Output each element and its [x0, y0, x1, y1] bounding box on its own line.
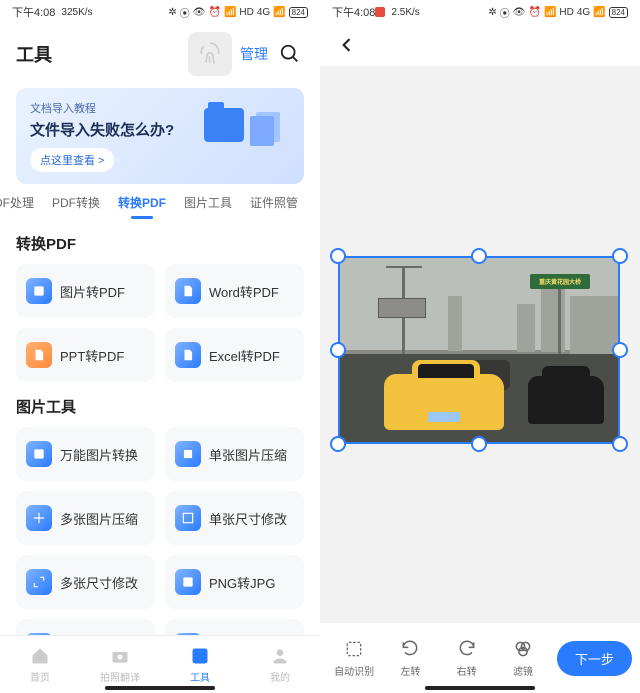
- tool-ppt-to-pdf[interactable]: PPT转PDF: [16, 328, 155, 382]
- status-bar-right: 下午4:08 2.5K/s ✲⦿👁⏰📶HD4G📶 824: [320, 0, 640, 24]
- search-icon[interactable]: [276, 40, 304, 68]
- status-icons: ✲⦿👁⏰📶HD4G📶 824: [488, 5, 628, 20]
- png-jpg-icon: [175, 569, 201, 595]
- category-tabs: DF处理 PDF转换 转换PDF 图片工具 证件照管: [0, 194, 320, 219]
- status-time: 下午4:08: [332, 4, 375, 20]
- crop-selection[interactable]: 重庆黄花园大桥: [338, 256, 620, 444]
- tool-multi-compress[interactable]: 多张图片压缩: [16, 491, 155, 545]
- bottom-nav: 首页 拍照翻译 工具 我的: [0, 635, 320, 693]
- nav-profile[interactable]: 我的: [240, 636, 320, 693]
- folder-icon: [204, 108, 244, 142]
- crop-canvas[interactable]: 重庆黄花园大桥: [320, 66, 640, 623]
- next-button[interactable]: 下一步: [557, 641, 632, 676]
- excel-pdf-icon: [175, 342, 201, 368]
- crop-handle-lc[interactable]: [330, 342, 346, 358]
- tools-icon: [189, 645, 211, 667]
- auto-detect-icon: [343, 638, 365, 660]
- manage-button[interactable]: 管理: [240, 44, 268, 64]
- recording-icon: [375, 7, 385, 17]
- rotate-right-icon: [456, 638, 478, 660]
- multi-compress-icon: [26, 505, 52, 531]
- top-bar: [320, 24, 640, 66]
- home-indicator: [105, 686, 215, 690]
- import-help-banner[interactable]: 文档导入教程 文件导入失败怎么办? 点这里查看 >: [16, 88, 304, 184]
- nav-home[interactable]: 首页: [0, 636, 80, 693]
- camera-icon: [109, 645, 131, 667]
- rotate-left-icon: [399, 638, 421, 660]
- status-bar: 下午4:08 325K/s ✲⦿👁⏰📶HD4G📶 824: [0, 0, 320, 24]
- tool-list[interactable]: 转换PDF 图片转PDF Word转PDF PPT转PDF Excel转PDF …: [0, 219, 320, 635]
- convert-icon: [26, 441, 52, 467]
- status-rate: 2.5K/s: [391, 7, 419, 18]
- section-title-convert-pdf: 转换PDF: [16, 233, 304, 254]
- photo-preview: 重庆黄花园大桥: [338, 256, 620, 444]
- tab-pdf-process[interactable]: DF处理: [0, 194, 34, 219]
- header: 工具 管理: [0, 24, 320, 84]
- tool-multi-resize[interactable]: 多张尺寸修改: [16, 555, 155, 609]
- tab-to-pdf[interactable]: 转换PDF: [118, 194, 166, 219]
- edit-toolbar: 自动识别 左转 右转 滤镜 下一步: [320, 623, 640, 693]
- battery-icon: 824: [289, 7, 308, 18]
- nav-tools[interactable]: 工具: [160, 636, 240, 693]
- tool-jpg-to-png[interactable]: JPG转PNG: [16, 619, 155, 635]
- crop-handle-tl[interactable]: [330, 248, 346, 264]
- road-sign: 重庆黄花园大桥: [530, 274, 590, 289]
- tab-id-photo[interactable]: 证件照管: [250, 194, 298, 219]
- profile-icon: [269, 645, 291, 667]
- tool-excel-to-pdf[interactable]: Excel转PDF: [165, 328, 304, 382]
- nav-camera[interactable]: 拍照翻译: [80, 636, 160, 693]
- status-rate: 325K/s: [61, 7, 92, 18]
- tool-filter[interactable]: 滤镜: [497, 638, 549, 678]
- crop-handle-tr[interactable]: [612, 248, 628, 264]
- back-button[interactable]: [336, 34, 358, 56]
- fingerprint-button[interactable]: [188, 32, 232, 76]
- banner-cta[interactable]: 点这里查看 >: [30, 148, 114, 172]
- crop-handle-tc[interactable]: [471, 248, 487, 264]
- page-title: 工具: [16, 41, 52, 67]
- tab-pdf-convert[interactable]: PDF转换: [52, 194, 100, 219]
- status-icons: ✲⦿👁⏰📶HD4G📶 824: [168, 5, 308, 20]
- image-pdf-icon: [26, 278, 52, 304]
- tool-universal-convert[interactable]: 万能图片转换: [16, 427, 155, 481]
- tool-png-to-jpg[interactable]: PNG转JPG: [165, 555, 304, 609]
- tool-rotate-right[interactable]: 右转: [441, 638, 493, 678]
- section-title-image-tools: 图片工具: [16, 396, 304, 417]
- ppt-pdf-icon: [26, 342, 52, 368]
- crop-handle-bc[interactable]: [471, 436, 487, 452]
- tool-auto-detect[interactable]: 自动识别: [328, 638, 380, 678]
- page-icon: [250, 116, 274, 146]
- battery-icon: 824: [609, 7, 628, 18]
- tool-single-compress[interactable]: 单张图片压缩: [165, 427, 304, 481]
- tool-rotate-left[interactable]: 左转: [384, 638, 436, 678]
- compress-icon: [175, 441, 201, 467]
- tool-raw-convert[interactable]: Raw转其他: [165, 619, 304, 635]
- word-pdf-icon: [175, 278, 201, 304]
- banner-subtitle: 文档导入教程: [30, 100, 290, 116]
- status-time: 下午4:08: [12, 4, 55, 20]
- resize-icon: [175, 505, 201, 531]
- multi-resize-icon: [26, 569, 52, 595]
- crop-handle-br[interactable]: [612, 436, 628, 452]
- filter-icon: [512, 638, 534, 660]
- crop-handle-bl[interactable]: [330, 436, 346, 452]
- tool-image-to-pdf[interactable]: 图片转PDF: [16, 264, 155, 318]
- crop-handle-rc[interactable]: [612, 342, 628, 358]
- tool-word-to-pdf[interactable]: Word转PDF: [165, 264, 304, 318]
- tool-single-resize[interactable]: 单张尺寸修改: [165, 491, 304, 545]
- tab-image-tools[interactable]: 图片工具: [184, 194, 232, 219]
- home-icon: [29, 645, 51, 667]
- home-indicator: [425, 686, 535, 690]
